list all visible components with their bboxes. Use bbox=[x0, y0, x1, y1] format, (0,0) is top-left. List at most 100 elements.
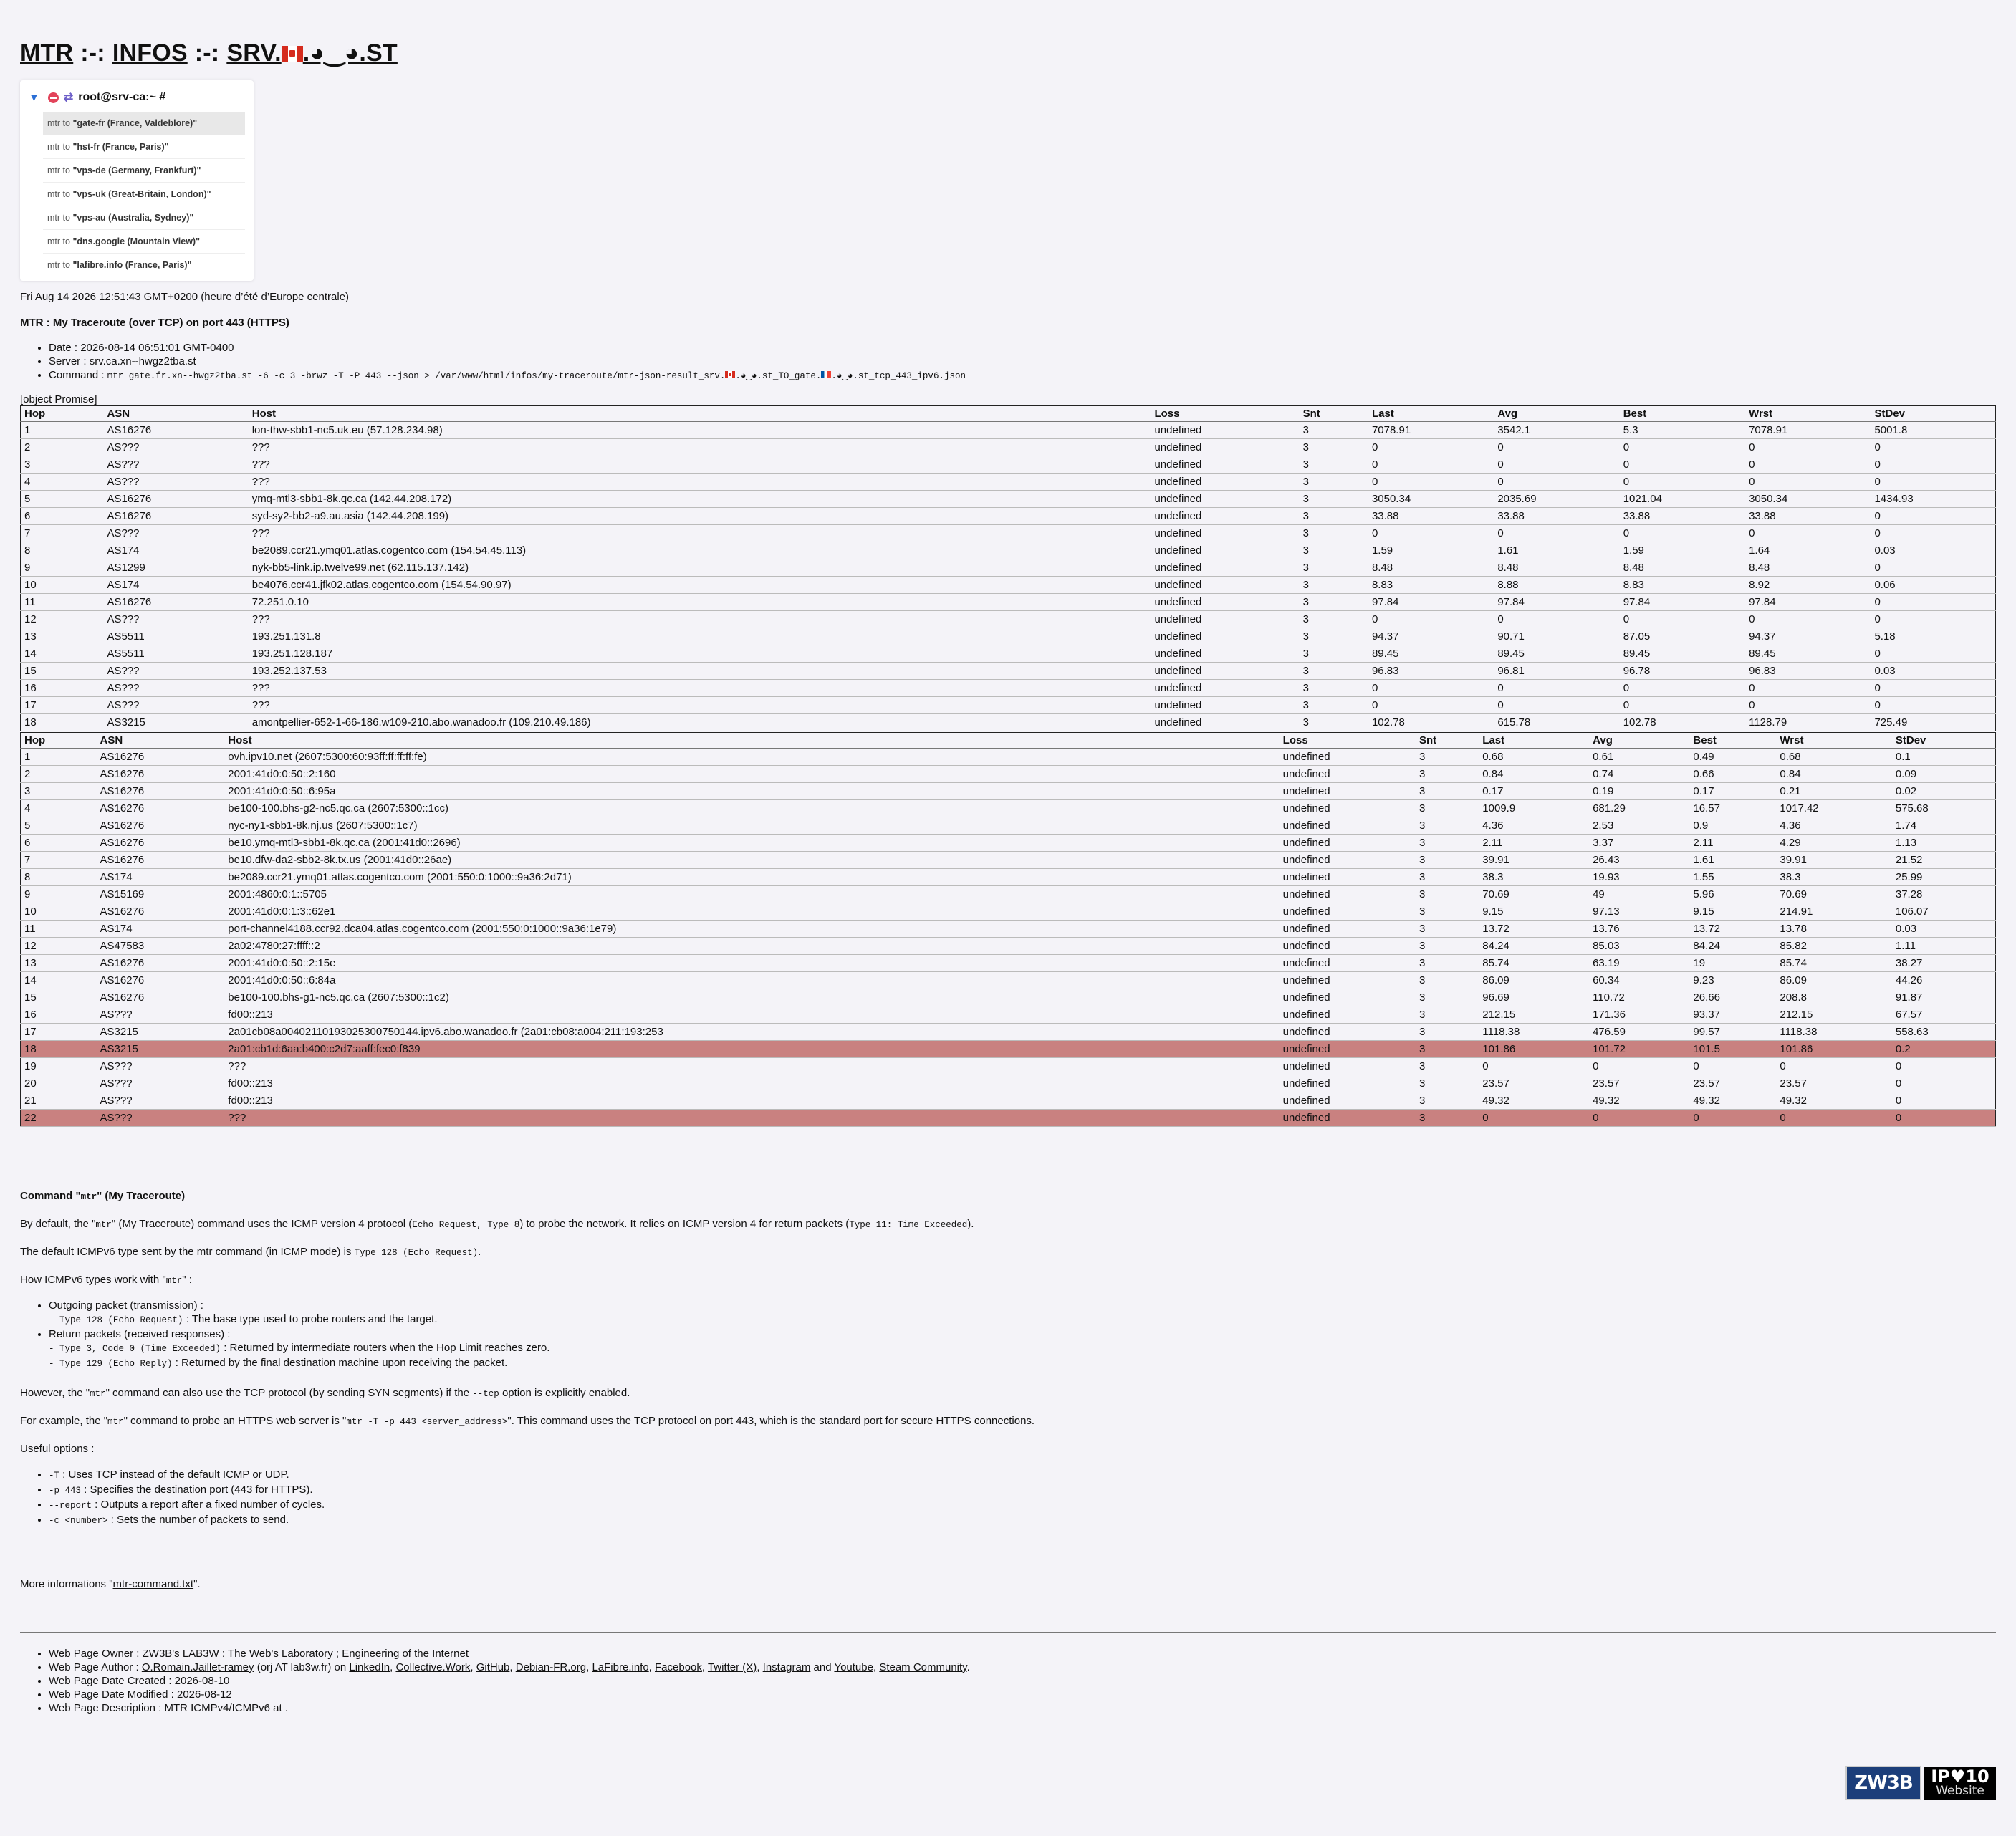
column-header: Best bbox=[1619, 405, 1746, 422]
social-link[interactable]: LaFibre.info bbox=[592, 1661, 648, 1673]
social-link[interactable]: Youtube bbox=[834, 1661, 873, 1673]
table-cell: 84.24 bbox=[1689, 937, 1777, 955]
menu-item[interactable]: mtr to "dns.google (Mountain View)" bbox=[43, 230, 245, 254]
more-info: More informations "mtr-command.txt". bbox=[20, 1578, 201, 1590]
table-cell: AS??? bbox=[103, 610, 249, 628]
table-cell: undefined bbox=[1279, 937, 1416, 955]
social-link[interactable]: Collective.Work bbox=[395, 1661, 470, 1673]
table-cell: 0 bbox=[1871, 679, 1996, 697]
menu-item[interactable]: mtr to "vps-au (Australia, Sydney)" bbox=[43, 206, 245, 230]
table-cell: nyc-ny1-sbb1-8k.nj.us (2607:5300::1c7) bbox=[224, 817, 1280, 835]
table-cell: 0 bbox=[1619, 696, 1746, 714]
author-link[interactable]: O.Romain.Jaillet-ramey bbox=[142, 1661, 254, 1673]
table-cell: 3 bbox=[1299, 645, 1368, 663]
table-cell: 3 bbox=[1299, 524, 1368, 542]
table-cell: 17 bbox=[20, 696, 104, 714]
table-cell: 93.37 bbox=[1689, 1006, 1777, 1024]
menu-item[interactable]: mtr to "gate-fr (France, Valdeblore)" bbox=[43, 112, 245, 135]
infos-link[interactable]: INFOS bbox=[112, 39, 188, 67]
table-cell: 91.87 bbox=[1891, 989, 1996, 1006]
table-cell: 4 bbox=[20, 799, 97, 817]
table-cell: 4.36 bbox=[1776, 817, 1892, 835]
table-cell: 3 bbox=[1415, 1075, 1479, 1092]
table-row: 17 AS3215 2a01cb08a00402110193025300750144… bbox=[20, 1023, 1996, 1041]
table-cell: 8.48 bbox=[1494, 559, 1620, 577]
table-cell: 0 bbox=[1871, 473, 1996, 491]
table-cell: undefined bbox=[1279, 885, 1416, 903]
table-cell: undefined bbox=[1279, 903, 1416, 921]
table-cell: 94.37 bbox=[1745, 628, 1871, 645]
table-cell: 476.59 bbox=[1589, 1023, 1690, 1041]
table-cell: 22 bbox=[20, 1109, 97, 1127]
meta-date: Date : 2026-08-14 06:51:01 GMT-0400 bbox=[49, 341, 1996, 355]
table-cell: 0 bbox=[1368, 696, 1494, 714]
section-title: Command "mtr" (My Traceroute) bbox=[20, 1190, 186, 1202]
table-cell: AS174 bbox=[96, 868, 225, 886]
table-cell: 9.15 bbox=[1689, 903, 1777, 921]
table-cell: undefined bbox=[1279, 1057, 1416, 1075]
table-cell: undefined bbox=[1151, 421, 1300, 439]
promise-text: [object Promise] bbox=[20, 393, 97, 405]
table-cell: 85.74 bbox=[1776, 954, 1892, 972]
list-item: -p 443 : Specifies the destination port … bbox=[49, 1483, 1996, 1498]
table-cell: 0 bbox=[1745, 696, 1871, 714]
page-title: MTR:-: INFOS:-: SRV. .◕‿◕.ST bbox=[20, 39, 1996, 67]
table-cell: 86.09 bbox=[1776, 971, 1892, 989]
table-cell: AS174 bbox=[103, 542, 249, 559]
social-link[interactable]: Debian-FR.org bbox=[516, 1661, 586, 1673]
mtr-link[interactable]: MTR bbox=[20, 39, 73, 67]
table-cell: 208.8 bbox=[1776, 989, 1892, 1006]
table-cell: 3 bbox=[1415, 989, 1479, 1006]
social-link[interactable]: Steam Community bbox=[879, 1661, 966, 1673]
table-cell: AS??? bbox=[103, 473, 249, 491]
table-cell: undefined bbox=[1279, 851, 1416, 869]
table-row: 11 AS16276 72.251.0.10 undefined 3 97.84 97.84… bbox=[20, 593, 1996, 611]
social-link[interactable]: Twitter (X) bbox=[708, 1661, 757, 1673]
server-link[interactable]: SRV. .◕‿◕.ST bbox=[226, 39, 398, 67]
social-link[interactable]: Facebook bbox=[655, 1661, 702, 1673]
table-cell: undefined bbox=[1151, 456, 1300, 474]
table-cell: AS15169 bbox=[96, 885, 225, 903]
menu-item[interactable]: mtr to "vps-de (Germany, Frankfurt)" bbox=[43, 159, 245, 183]
table-cell: 21 bbox=[20, 1092, 97, 1110]
social-link[interactable]: GitHub bbox=[476, 1661, 510, 1673]
table-cell: lon-thw-sbb1-nc5.uk.eu (57.128.234.98) bbox=[248, 421, 1151, 439]
menu-header[interactable]: ▼ ⇄ root@srv-ca:~ # bbox=[29, 89, 245, 112]
table-cell: 0.84 bbox=[1776, 765, 1892, 783]
column-header: ASN bbox=[103, 405, 249, 422]
social-link[interactable]: Instagram bbox=[763, 1661, 811, 1673]
table-cell: 193.251.128.187 bbox=[248, 645, 1151, 663]
table-cell: be10.dfw-da2-sbb2-8k.tx.us (2001:41d0::2… bbox=[224, 851, 1280, 869]
table-cell: 0.74 bbox=[1589, 765, 1690, 783]
menu-item[interactable]: mtr to "lafibre.info (France, Paris)" bbox=[43, 254, 245, 277]
menu-item[interactable]: mtr to "hst-fr (France, Paris)" bbox=[43, 135, 245, 159]
table-cell: 20 bbox=[20, 1075, 97, 1092]
social-link[interactable]: LinkedIn bbox=[349, 1661, 390, 1673]
table-cell: 1009.9 bbox=[1479, 799, 1590, 817]
ipv6-ready-badge[interactable]: IP♥10 Website bbox=[1924, 1767, 1996, 1800]
table-cell: 96.78 bbox=[1619, 662, 1746, 680]
table-cell: 558.63 bbox=[1891, 1023, 1996, 1041]
zw3b-badge[interactable]: ZW3B bbox=[1845, 1766, 1921, 1800]
mtr-command-link[interactable]: mtr-command.txt bbox=[113, 1578, 194, 1590]
menu-item[interactable]: mtr to "vps-uk (Great-Britain, London)" bbox=[43, 183, 245, 206]
table-cell: 3 bbox=[1415, 1109, 1479, 1127]
table-cell: 0 bbox=[1479, 1109, 1590, 1127]
table-cell: 0 bbox=[1619, 473, 1746, 491]
table-cell: 1 bbox=[20, 421, 104, 439]
table-cell: be4076.ccr41.jfk02.atlas.cogentco.com (1… bbox=[248, 576, 1151, 594]
table-cell: 3 bbox=[1415, 1040, 1479, 1058]
table-cell: 67.57 bbox=[1891, 1006, 1996, 1024]
table-cell: AS3215 bbox=[96, 1040, 225, 1058]
table-cell: 0 bbox=[1871, 593, 1996, 611]
table-cell: 0 bbox=[1871, 507, 1996, 525]
triangle-down-icon[interactable]: ▼ bbox=[29, 92, 39, 104]
table-cell: 8 bbox=[20, 868, 97, 886]
table-cell: undefined bbox=[1151, 473, 1300, 491]
badges: ZW3B IP♥10 Website bbox=[1845, 1766, 1996, 1800]
table-cell: 0 bbox=[1689, 1109, 1777, 1127]
table-cell: 33.88 bbox=[1619, 507, 1746, 525]
table-cell: 214.91 bbox=[1776, 903, 1892, 921]
table-cell: nyk-bb5-link.ip.twelve99.net (62.115.137… bbox=[248, 559, 1151, 577]
table-cell: 44.26 bbox=[1891, 971, 1996, 989]
